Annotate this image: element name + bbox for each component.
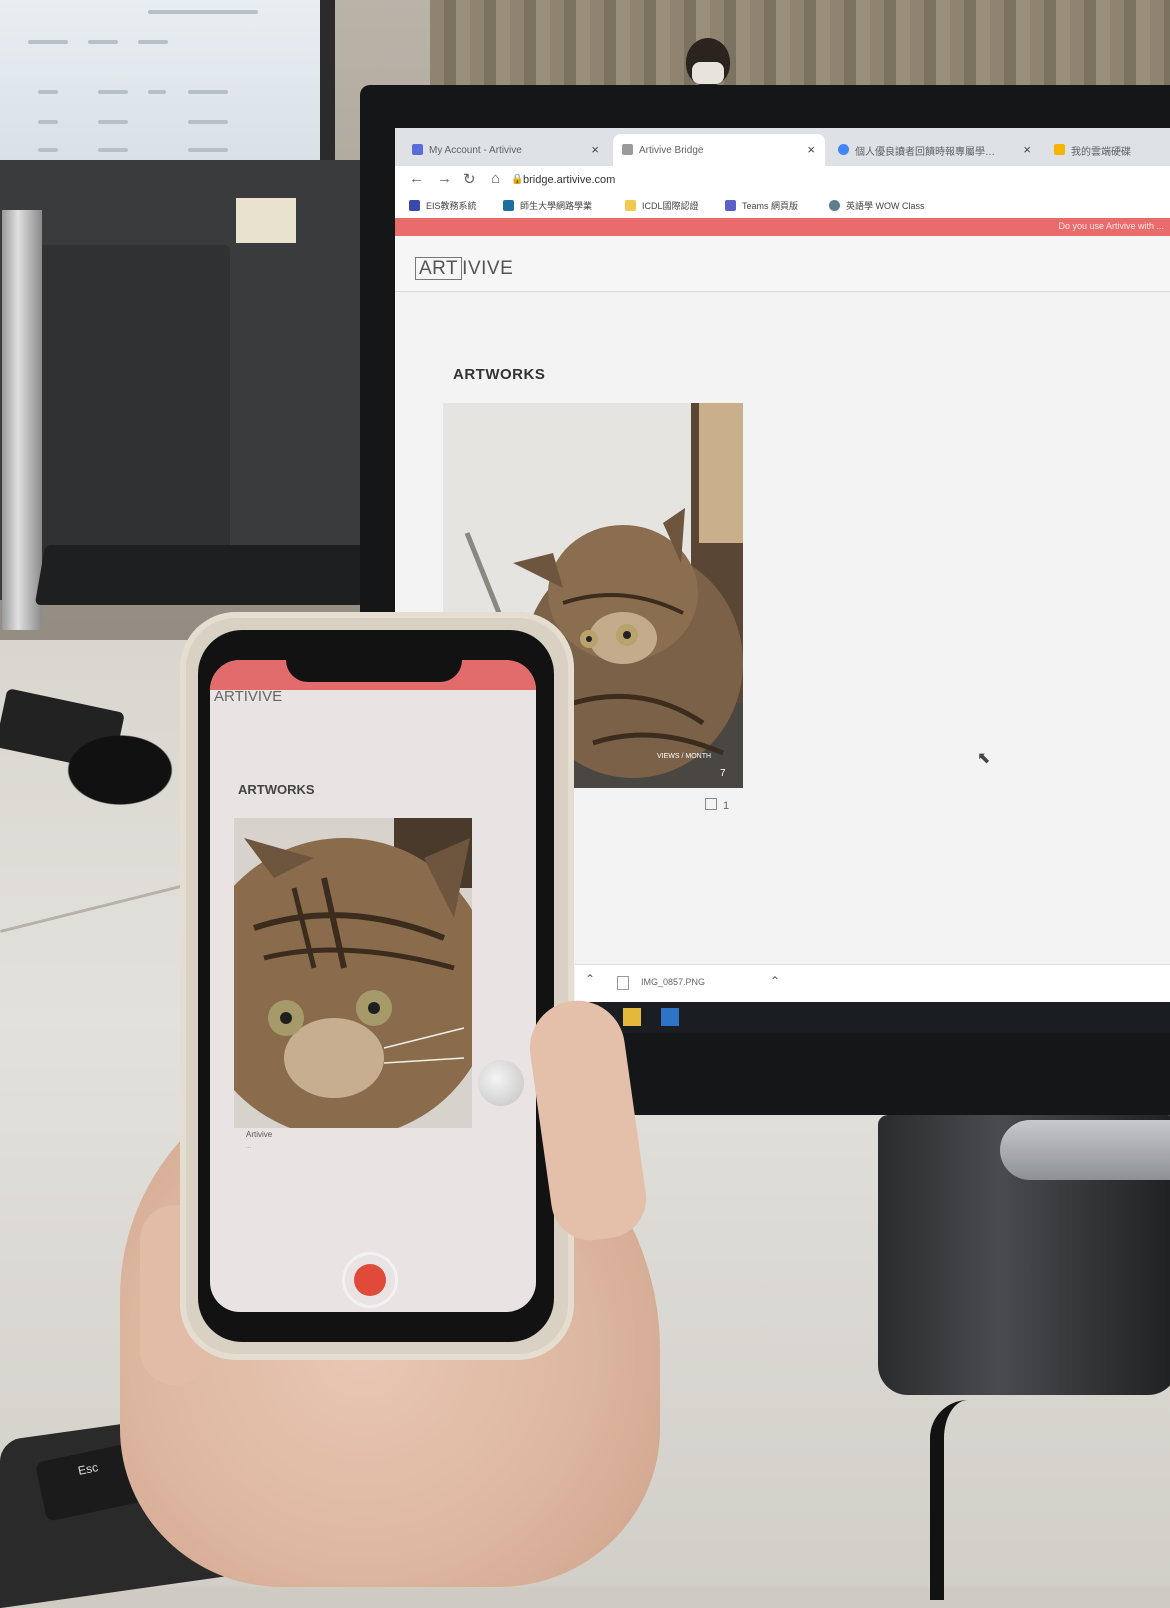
close-icon[interactable]: × — [1023, 142, 1031, 157]
bookmark-item[interactable]: Teams 網頁版 — [725, 199, 798, 212]
bookmark-item[interactable]: ICDL國際認證 — [625, 199, 699, 212]
monitor-cable — [930, 1400, 968, 1600]
monitor-stand-neck — [1000, 1120, 1170, 1180]
cables — [0, 690, 200, 850]
phone-notch — [286, 640, 462, 682]
background-monitor-screen — [0, 0, 320, 172]
globe-icon — [829, 200, 840, 211]
forward-arrow-icon[interactable]: → — [437, 170, 452, 187]
bookmark-label: EIS教務系統 — [426, 201, 477, 211]
record-dot-icon — [354, 1264, 386, 1296]
logo-rest-text: IVIVE — [462, 258, 514, 279]
bookmark-label: 師生大學網路學業 — [520, 201, 593, 211]
artivive-favicon-icon — [412, 144, 423, 155]
close-icon[interactable]: × — [807, 142, 815, 157]
face-mask — [692, 62, 724, 84]
windows-taskbar — [575, 1002, 1170, 1033]
phone-card-title: Artivive — [246, 1130, 273, 1139]
bookmark-label: Teams 網頁版 — [742, 201, 799, 211]
google-favicon-icon — [838, 144, 849, 155]
file-icon — [617, 976, 629, 990]
reload-icon[interactable]: ↻ — [463, 170, 476, 188]
cat-closeup-photo — [234, 818, 472, 1128]
card-action-count[interactable]: 1 — [705, 798, 729, 812]
sticky-note — [236, 198, 296, 243]
back-arrow-icon[interactable]: ← — [409, 170, 424, 187]
chevron-up-icon[interactable]: ⌃ — [770, 974, 780, 988]
site-header: ART IVIVE — [395, 236, 1170, 292]
card-action-label: 1 — [723, 800, 730, 812]
bookmark-label: ICDL國際認證 — [642, 201, 699, 211]
logo-boxed-text: ART — [415, 257, 463, 280]
tab-my-account[interactable]: My Account - Artivive × — [403, 134, 609, 166]
bookmark-label: 英語學 WOW Class — [846, 201, 925, 211]
tab-title: My Account - Artivive — [429, 144, 522, 156]
phone-page-title: ARTWORKS — [238, 782, 315, 797]
tab-title: 我的雲端硬碟 — [1071, 146, 1131, 158]
ar-toggle-button[interactable] — [478, 1060, 524, 1106]
phone-screen: ARTIVIVE ARTWORKS Artivive ... — [210, 660, 536, 1312]
tab-google-search[interactable]: 個人優良讀者回饋時報專屬學… × — [829, 134, 1041, 166]
bookmark-item[interactable]: 英語學 WOW Class — [829, 199, 925, 212]
artivive-logo[interactable]: ART IVIVE — [415, 257, 514, 280]
bookmark-item[interactable]: EIS教務系統 — [409, 199, 477, 212]
home-icon[interactable]: ⌂ — [491, 170, 500, 187]
views-count: 7 — [720, 768, 726, 779]
views-label: VIEWS / MONTH — [657, 753, 712, 760]
phone-artwork-card — [234, 818, 472, 1128]
curtain — [430, 0, 1170, 90]
background-monitor-stand — [30, 245, 230, 575]
artivive-favicon-icon — [622, 144, 633, 155]
file-explorer-icon[interactable] — [623, 1008, 641, 1026]
download-filename[interactable]: IMG_0857.PNG — [641, 977, 705, 987]
bookmark-icon — [503, 200, 514, 211]
metal-pole — [2, 210, 42, 630]
tab-artivive-bridge[interactable]: Artivive Bridge × — [613, 134, 825, 166]
notification-banner: Do you use Artivive with ... — [395, 218, 1170, 236]
page-title: ARTWORKS — [453, 366, 546, 383]
bookmarks-bar: EIS教務系統 師生大學網路學業 ICDL國際認證 Teams 網頁版 英語學 … — [395, 194, 1170, 219]
address-bar[interactable]: 🔒 bridge.artivive.com — [511, 170, 616, 190]
tab-title: 個人優良讀者回饋時報專屬學… — [855, 146, 995, 158]
browser-toolbar: ← → ↻ ⌂ 🔒 bridge.artivive.com — [395, 166, 1170, 194]
tab-google-drive[interactable]: 我的雲端硬碟 — [1045, 134, 1170, 166]
tab-title: Artivive Bridge — [639, 144, 704, 156]
download-bar: ⌃ IMG_0857.PNG ⌃ — [575, 964, 1170, 1003]
copy-icon — [705, 798, 717, 810]
teams-icon — [725, 200, 736, 211]
banner-text: Do you use Artivive with ... — [1058, 221, 1164, 231]
phone-card-subtitle: ... — [246, 1144, 252, 1150]
phone-artivive-logo: ARTIVIVE — [214, 688, 283, 705]
drive-favicon-icon — [1054, 144, 1065, 155]
browser-tab-bar: My Account - Artivive × Artivive Bridge … — [395, 128, 1170, 166]
background-keyboard — [34, 545, 376, 605]
lock-icon: 🔒 — [511, 174, 524, 185]
bookmark-icon — [409, 200, 420, 211]
folder-icon — [625, 200, 636, 211]
photos-app-icon[interactable] — [661, 1008, 679, 1026]
close-icon[interactable]: × — [591, 142, 599, 157]
bookmark-item[interactable]: 師生大學網路學業 — [503, 199, 592, 212]
mouse-cursor-icon: ⬉ — [977, 750, 991, 767]
chevron-up-icon[interactable]: ⌃ — [585, 972, 595, 986]
url-text: bridge.artivive.com — [523, 174, 616, 186]
